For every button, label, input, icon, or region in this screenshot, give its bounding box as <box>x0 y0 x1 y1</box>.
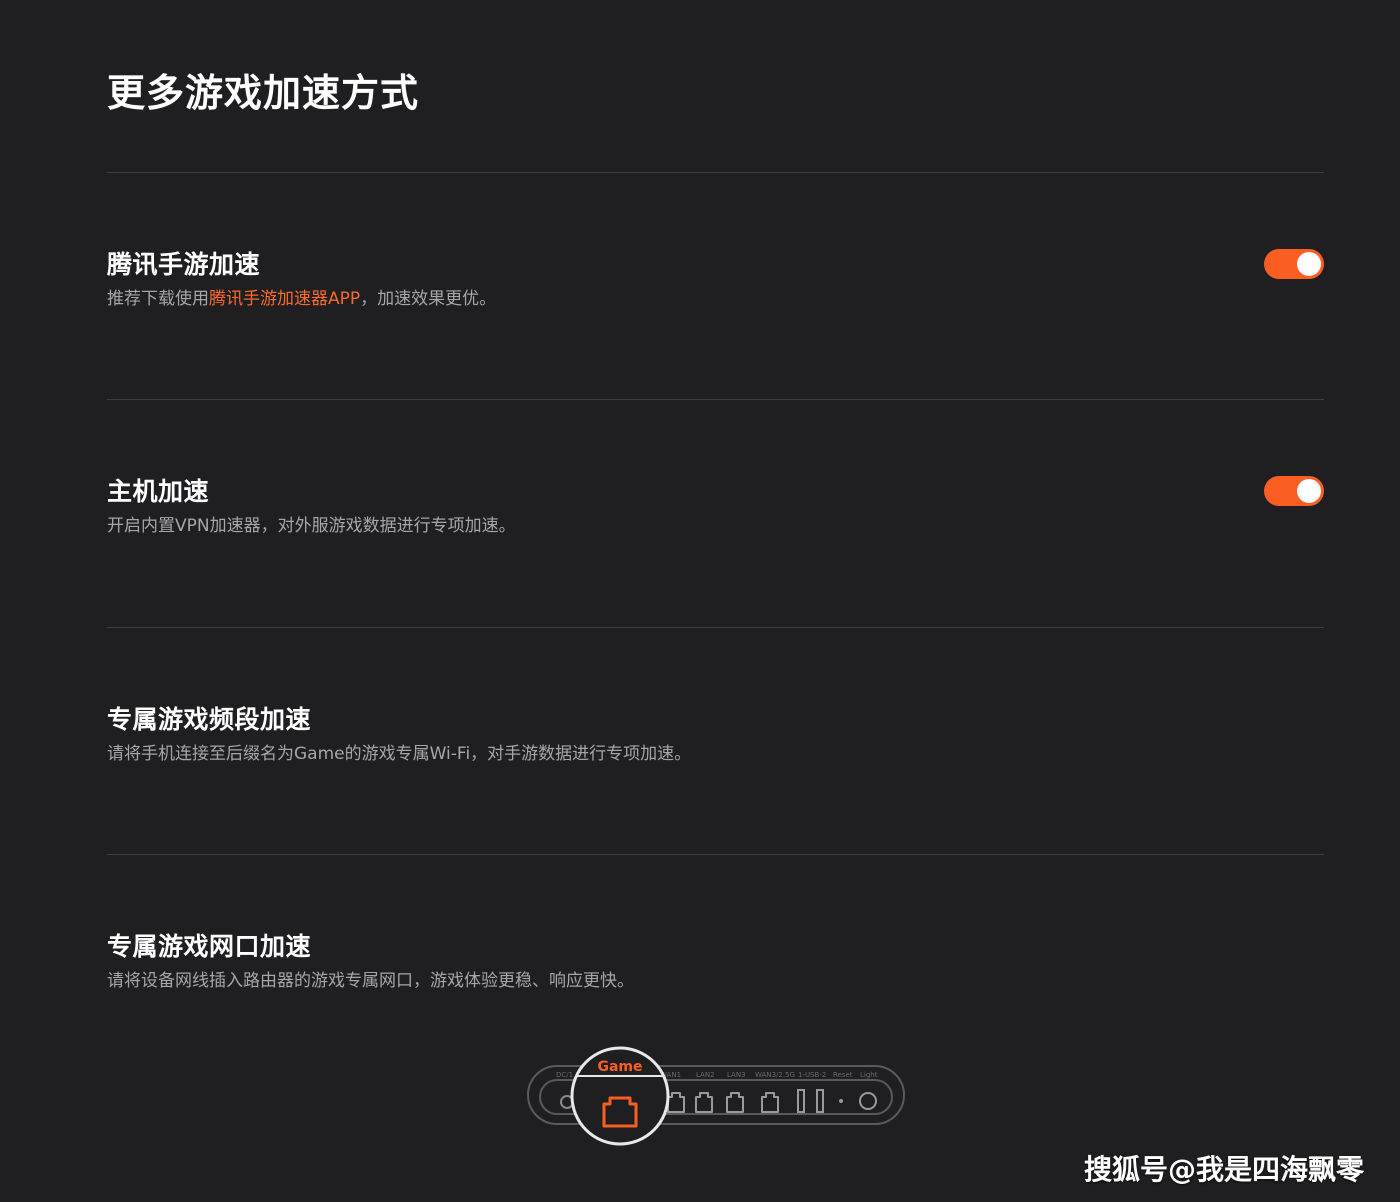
section-console-acceleration: 主机加速 开启内置VPN加速器，对外服游戏数据进行专项加速。 <box>107 475 1324 539</box>
section-title: 专属游戏网口加速 <box>107 932 312 961</box>
section-game-band-acceleration: 专属游戏频段加速 请将手机连接至后缀名为Game的游戏专属Wi-Fi，对手游数据… <box>107 703 1324 767</box>
usb-port-icon <box>797 1089 805 1113</box>
ethernet-port-icon <box>726 1092 744 1113</box>
section-description: 请将手机连接至后缀名为Game的游戏专属Wi-Fi，对手游数据进行专项加速。 <box>107 744 692 764</box>
port-label-light: Light <box>860 1071 878 1079</box>
divider <box>107 399 1324 400</box>
tencent-accelerator-app-link[interactable]: 腾讯手游加速器APP <box>209 289 360 309</box>
section-title: 主机加速 <box>107 477 210 506</box>
port-label-dc: DC/1 <box>556 1071 573 1079</box>
page-title: 更多游戏加速方式 <box>107 71 420 115</box>
description-text: 推荐下载使用 <box>107 289 209 309</box>
port-label-usb: 1-USB-2 <box>798 1071 826 1079</box>
section-game-port-acceleration: 专属游戏网口加速 请将设备网线插入路由器的游戏专属网口，游戏体验更稳、响应更快。 <box>107 930 1324 994</box>
divider <box>107 172 1324 173</box>
game-port-label: Game <box>597 1059 642 1075</box>
section-tencent-mobile-acceleration: 腾讯手游加速 推荐下载使用腾讯手游加速器APP，加速效果更优。 <box>107 248 1324 312</box>
light-indicator-icon <box>859 1092 877 1110</box>
ethernet-port-icon <box>695 1092 713 1113</box>
reset-button-icon <box>839 1099 843 1103</box>
divider <box>107 854 1324 855</box>
port-label-reset: Reset <box>833 1071 853 1079</box>
port-label-lan3: LAN3 <box>727 1071 746 1079</box>
ethernet-port-icon <box>667 1092 685 1113</box>
ethernet-port-icon <box>761 1092 779 1113</box>
usb-port-icon <box>816 1089 824 1113</box>
divider <box>107 627 1324 628</box>
watermark: 搜狐号@我是四海飘零 <box>1083 1153 1364 1186</box>
section-description: 开启内置VPN加速器，对外服游戏数据进行专项加速。 <box>107 516 516 536</box>
section-description: 推荐下载使用腾讯手游加速器APP，加速效果更优。 <box>107 286 1324 312</box>
tencent-mobile-acceleration-toggle[interactable] <box>1264 249 1324 279</box>
console-acceleration-toggle[interactable] <box>1264 476 1324 506</box>
section-description: 请将设备网线插入路由器的游戏专属网口，游戏体验更稳、响应更快。 <box>107 971 634 991</box>
port-label-lan2: LAN2 <box>696 1071 715 1079</box>
port-label-wan3: WAN3/2.5G <box>755 1071 795 1079</box>
toggle-knob <box>1297 252 1321 276</box>
router-back-panel-illustration: DC/1 WAN1 LAN2 LAN3 WAN3/2.5G 1-USB-2 Re… <box>520 1040 910 1152</box>
description-text: ，加速效果更优。 <box>360 289 497 309</box>
section-title: 腾讯手游加速 <box>107 250 261 279</box>
toggle-knob <box>1297 479 1321 503</box>
section-title: 专属游戏频段加速 <box>107 705 312 734</box>
